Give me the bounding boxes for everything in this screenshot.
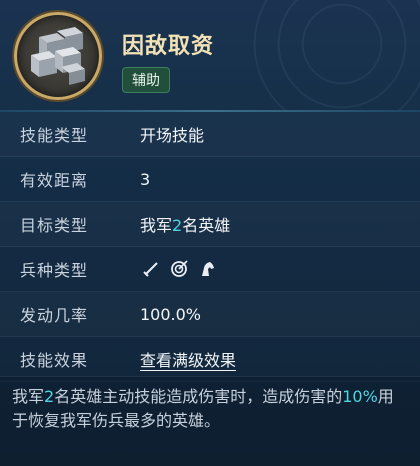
desc-text: 名英雄主动技能造成伤害时，造成伤害的 xyxy=(54,387,343,406)
skill-attributes: 技能类型 开场技能 有效距离 3 目标类型 我军2名英雄 兵种类型 发动几率 1… xyxy=(0,112,420,382)
skill-title: 因敌取资 xyxy=(122,34,215,59)
skill-type-badge: 辅助 xyxy=(122,67,170,93)
stacked-ingots-icon xyxy=(31,27,85,85)
attr-value: 我军2名英雄 xyxy=(140,212,230,236)
attr-label: 技能效果 xyxy=(20,351,89,370)
skill-card: 因敌取资 辅助 技能类型 开场技能 有效距离 3 目标类型 我军2名英雄 兵种类… xyxy=(0,0,420,466)
attr-row-range: 有效距离 3 xyxy=(0,157,420,202)
skill-description: 我军2名英雄主动技能造成伤害时，造成伤害的10%用于恢复我军伤兵最多的英雄。 xyxy=(0,376,420,466)
attr-label: 兵种类型 xyxy=(20,261,89,280)
view-max-level-effect-link[interactable]: 查看满级效果 xyxy=(140,347,236,371)
attr-row-target: 目标类型 我军2名英雄 xyxy=(0,202,420,247)
unit-type-icons xyxy=(140,260,216,278)
target-prefix: 我军 xyxy=(140,216,173,235)
attr-label: 目标类型 xyxy=(20,216,89,235)
attr-value: 开场技能 xyxy=(140,126,205,145)
trigger-chance-value: 100.0% xyxy=(140,304,202,324)
target-suffix: 名英雄 xyxy=(182,216,231,235)
attr-row-unit-type: 兵种类型 xyxy=(0,247,420,292)
attr-label: 有效距离 xyxy=(20,171,89,190)
desc-number: 2 xyxy=(44,387,55,406)
desc-number: 10% xyxy=(342,387,378,406)
skill-icon-frame xyxy=(14,12,102,100)
attr-label: 发动几率 xyxy=(20,306,89,325)
target-count: 2 xyxy=(172,216,183,235)
attr-value: 3 xyxy=(140,169,151,189)
attr-row-chance: 发动几率 100.0% xyxy=(0,292,420,337)
skill-header: 因敌取资 辅助 xyxy=(0,0,420,110)
attr-label: 技能类型 xyxy=(20,126,89,145)
sword-icon xyxy=(142,260,160,278)
bow-target-icon xyxy=(170,260,188,278)
attr-row-skill-type: 技能类型 开场技能 xyxy=(0,112,420,157)
desc-text: 我军 xyxy=(12,387,45,406)
horse-head-icon xyxy=(198,260,216,278)
